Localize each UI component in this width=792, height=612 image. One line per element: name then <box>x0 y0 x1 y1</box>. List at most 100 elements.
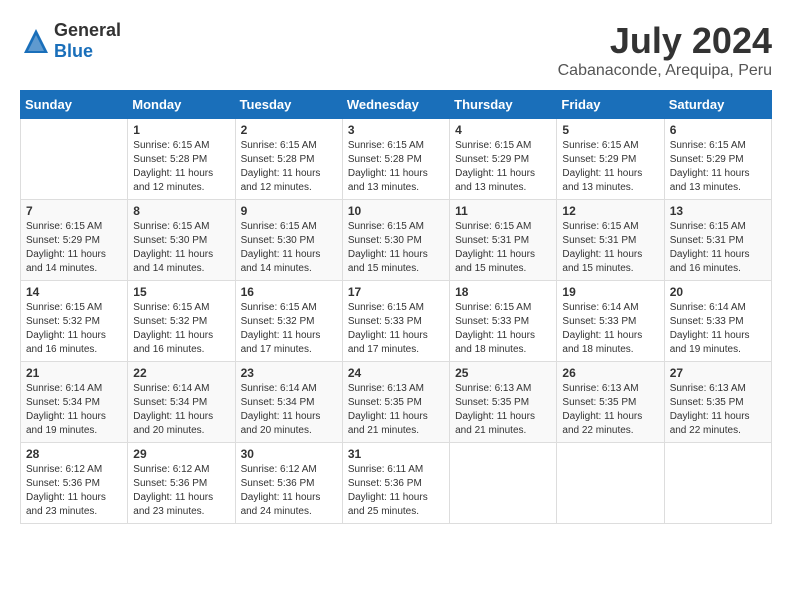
calendar-cell: 29Sunrise: 6:12 AM Sunset: 5:36 PM Dayli… <box>128 443 235 524</box>
day-info: Sunrise: 6:13 AM Sunset: 5:35 PM Dayligh… <box>670 382 766 438</box>
calendar-cell: 14 Sunrise: 6:15 AM Sunset: 5:32 PM Dayli… <box>21 281 128 362</box>
day-number: 3 <box>348 123 444 137</box>
day-info: Sunrise: 6:15 AM Sunset: 5:30 PM Dayligh… <box>348 220 444 276</box>
header: General Blue July 2024 Cabanaconde, Areq… <box>20 20 772 80</box>
day-number: 14 <box>26 285 122 299</box>
calendar-cell <box>21 119 128 200</box>
calendar-cell: 8 Sunrise: 6:15 AM Sunset: 5:30 PM Daylig… <box>128 200 235 281</box>
day-number: 18 <box>455 285 551 299</box>
calendar-cell: 25 Sunrise: 6:13 AM Sunset: 5:35 PM Dayli… <box>450 362 557 443</box>
calendar-cell: 20 Sunrise: 6:14 AM Sunset: 5:33 PM Dayli… <box>664 281 771 362</box>
day-info: Sunrise: 6:12 AM Sunset: 5:36 PM Dayligh… <box>26 463 122 519</box>
weekday-header-cell: Thursday <box>450 91 557 119</box>
calendar-cell: 12 Sunrise: 6:15 AM Sunset: 5:31 PM Dayli… <box>557 200 664 281</box>
day-info: Sunrise: 6:15 AM Sunset: 5:33 PM Dayligh… <box>348 301 444 357</box>
calendar-cell: 1Sunrise: 6:15 AM Sunset: 5:28 PM Daylig… <box>128 119 235 200</box>
calendar-cell: 5Sunrise: 6:15 AM Sunset: 5:29 PM Daylig… <box>557 119 664 200</box>
calendar-cell: 16 Sunrise: 6:15 AM Sunset: 5:32 PM Dayli… <box>235 281 342 362</box>
day-number: 15 <box>133 285 229 299</box>
day-number: 31 <box>348 447 444 461</box>
calendar-cell: 24 Sunrise: 6:13 AM Sunset: 5:35 PM Dayli… <box>342 362 449 443</box>
day-info: Sunrise: 6:14 AM Sunset: 5:34 PM Dayligh… <box>241 382 337 438</box>
day-info: Sunrise: 6:14 AM Sunset: 5:33 PM Dayligh… <box>670 301 766 357</box>
calendar-table: SundayMondayTuesdayWednesdayThursdayFrid… <box>20 90 772 524</box>
weekday-header-cell: Wednesday <box>342 91 449 119</box>
day-info: Sunrise: 6:15 AM Sunset: 5:31 PM Dayligh… <box>562 220 658 276</box>
weekday-header-cell: Sunday <box>21 91 128 119</box>
day-number: 2 <box>241 123 337 137</box>
day-info: Sunrise: 6:15 AM Sunset: 5:29 PM Dayligh… <box>26 220 122 276</box>
day-number: 29 <box>133 447 229 461</box>
day-number: 27 <box>670 366 766 380</box>
calendar-cell: 2 Sunrise: 6:15 AM Sunset: 5:28 PM Daylig… <box>235 119 342 200</box>
calendar-cell <box>557 443 664 524</box>
day-info: Sunrise: 6:15 AM Sunset: 5:33 PM Dayligh… <box>455 301 551 357</box>
day-number: 24 <box>348 366 444 380</box>
calendar-cell: 19 Sunrise: 6:14 AM Sunset: 5:33 PM Dayli… <box>557 281 664 362</box>
day-info: Sunrise: 6:15 AM Sunset: 5:30 PM Dayligh… <box>133 220 229 276</box>
weekday-header-cell: Saturday <box>664 91 771 119</box>
logo: General Blue <box>20 20 121 62</box>
day-number: 8 <box>133 204 229 218</box>
day-number: 20 <box>670 285 766 299</box>
calendar-cell: 7Sunrise: 6:15 AM Sunset: 5:29 PM Daylig… <box>21 200 128 281</box>
day-info: Sunrise: 6:15 AM Sunset: 5:28 PM Dayligh… <box>133 139 229 195</box>
calendar-cell: 28Sunrise: 6:12 AM Sunset: 5:36 PM Dayli… <box>21 443 128 524</box>
day-number: 21 <box>26 366 122 380</box>
day-number: 4 <box>455 123 551 137</box>
day-info: Sunrise: 6:15 AM Sunset: 5:28 PM Dayligh… <box>241 139 337 195</box>
day-number: 23 <box>241 366 337 380</box>
logo-blue-text: Blue <box>54 41 93 61</box>
day-info: Sunrise: 6:15 AM Sunset: 5:29 PM Dayligh… <box>562 139 658 195</box>
day-info: Sunrise: 6:13 AM Sunset: 5:35 PM Dayligh… <box>455 382 551 438</box>
calendar-cell: 11 Sunrise: 6:15 AM Sunset: 5:31 PM Dayli… <box>450 200 557 281</box>
calendar-cell: 22 Sunrise: 6:14 AM Sunset: 5:34 PM Dayli… <box>128 362 235 443</box>
calendar-cell: 18 Sunrise: 6:15 AM Sunset: 5:33 PM Dayli… <box>450 281 557 362</box>
day-info: Sunrise: 6:12 AM Sunset: 5:36 PM Dayligh… <box>241 463 337 519</box>
title-area: July 2024 Cabanaconde, Arequipa, Peru <box>558 20 772 80</box>
day-number: 6 <box>670 123 766 137</box>
day-info: Sunrise: 6:15 AM Sunset: 5:31 PM Dayligh… <box>670 220 766 276</box>
day-number: 17 <box>348 285 444 299</box>
calendar-cell <box>450 443 557 524</box>
calendar-body: 1Sunrise: 6:15 AM Sunset: 5:28 PM Daylig… <box>21 119 772 524</box>
day-info: Sunrise: 6:14 AM Sunset: 5:34 PM Dayligh… <box>26 382 122 438</box>
day-info: Sunrise: 6:15 AM Sunset: 5:32 PM Dayligh… <box>133 301 229 357</box>
location-title: Cabanaconde, Arequipa, Peru <box>558 62 772 80</box>
day-info: Sunrise: 6:14 AM Sunset: 5:33 PM Dayligh… <box>562 301 658 357</box>
calendar-cell <box>664 443 771 524</box>
calendar-cell: 15 Sunrise: 6:15 AM Sunset: 5:32 PM Dayli… <box>128 281 235 362</box>
month-title: July 2024 <box>558 20 772 62</box>
day-number: 16 <box>241 285 337 299</box>
weekday-header-cell: Friday <box>557 91 664 119</box>
day-info: Sunrise: 6:11 AM Sunset: 5:36 PM Dayligh… <box>348 463 444 519</box>
day-info: Sunrise: 6:14 AM Sunset: 5:34 PM Dayligh… <box>133 382 229 438</box>
calendar-cell: 23 Sunrise: 6:14 AM Sunset: 5:34 PM Dayli… <box>235 362 342 443</box>
day-info: Sunrise: 6:15 AM Sunset: 5:30 PM Dayligh… <box>241 220 337 276</box>
day-number: 25 <box>455 366 551 380</box>
calendar-cell: 17 Sunrise: 6:15 AM Sunset: 5:33 PM Dayli… <box>342 281 449 362</box>
calendar-cell: 6 Sunrise: 6:15 AM Sunset: 5:29 PM Daylig… <box>664 119 771 200</box>
calendar-week-row: 1Sunrise: 6:15 AM Sunset: 5:28 PM Daylig… <box>21 119 772 200</box>
day-number: 22 <box>133 366 229 380</box>
day-number: 19 <box>562 285 658 299</box>
day-number: 11 <box>455 204 551 218</box>
day-info: Sunrise: 6:15 AM Sunset: 5:29 PM Dayligh… <box>670 139 766 195</box>
day-info: Sunrise: 6:15 AM Sunset: 5:32 PM Dayligh… <box>26 301 122 357</box>
day-number: 30 <box>241 447 337 461</box>
calendar-week-row: 21 Sunrise: 6:14 AM Sunset: 5:34 PM Dayli… <box>21 362 772 443</box>
day-info: Sunrise: 6:15 AM Sunset: 5:31 PM Dayligh… <box>455 220 551 276</box>
weekday-header-row: SundayMondayTuesdayWednesdayThursdayFrid… <box>21 91 772 119</box>
weekday-header-cell: Tuesday <box>235 91 342 119</box>
calendar-cell: 10Sunrise: 6:15 AM Sunset: 5:30 PM Dayli… <box>342 200 449 281</box>
calendar-week-row: 28Sunrise: 6:12 AM Sunset: 5:36 PM Dayli… <box>21 443 772 524</box>
day-number: 13 <box>670 204 766 218</box>
calendar-cell: 9Sunrise: 6:15 AM Sunset: 5:30 PM Daylig… <box>235 200 342 281</box>
calendar-cell: 27 Sunrise: 6:13 AM Sunset: 5:35 PM Dayli… <box>664 362 771 443</box>
day-info: Sunrise: 6:13 AM Sunset: 5:35 PM Dayligh… <box>348 382 444 438</box>
day-number: 12 <box>562 204 658 218</box>
calendar-cell: 3Sunrise: 6:15 AM Sunset: 5:28 PM Daylig… <box>342 119 449 200</box>
calendar-cell: 31 Sunrise: 6:11 AM Sunset: 5:36 PM Dayli… <box>342 443 449 524</box>
logo-general-text: General <box>54 20 121 40</box>
day-info: Sunrise: 6:15 AM Sunset: 5:32 PM Dayligh… <box>241 301 337 357</box>
